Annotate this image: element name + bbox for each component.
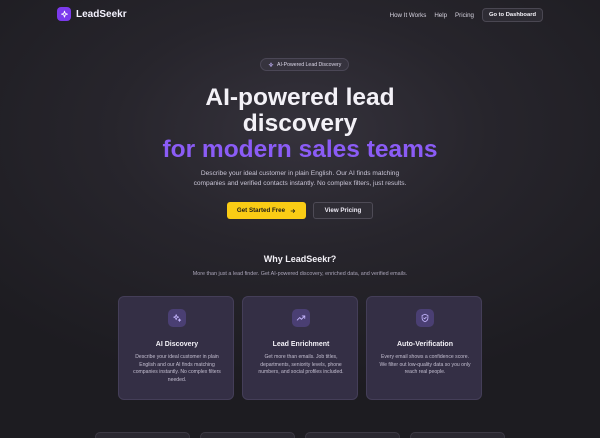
hero-badge: AI-Powered Lead Discovery <box>260 58 350 71</box>
nav-links: How It Works Help Pricing Go to Dashboar… <box>390 8 543 22</box>
hero-subtitle: Describe your ideal customer in plain En… <box>193 170 407 187</box>
hero-title-line-1: AI-powered lead <box>205 84 395 111</box>
hero-title-line-3: for modern sales teams <box>162 136 438 163</box>
get-started-label: Get Started Free <box>236 207 286 214</box>
feature-card-lead-enrichment: Lead Enrichment Get more than emails. Jo… <box>242 296 358 400</box>
bottom-card <box>95 432 190 438</box>
get-started-button[interactable]: Get Started Free <box>227 202 306 219</box>
logo-sparkle-icon <box>57 7 71 21</box>
sparkle-icon <box>268 61 274 67</box>
hero-title-line-2: discovery <box>242 110 358 137</box>
shield-check-icon <box>416 309 434 327</box>
feature-description: Get more than emails. Job titles, depart… <box>258 354 344 376</box>
bottom-card <box>200 432 295 438</box>
sparkle-icon <box>168 309 186 327</box>
feature-title: AI Discovery <box>155 341 199 348</box>
feature-description: Describe your ideal customer in plain En… <box>133 354 221 383</box>
feature-description: Every email shows a confidence score. We… <box>379 354 471 376</box>
why-section-subtitle: More than just a lead finder. Get AI-pow… <box>192 271 408 277</box>
bottom-card <box>410 432 505 438</box>
feature-title: Lead Enrichment <box>272 341 330 348</box>
nav-link-pricing[interactable]: Pricing <box>455 12 474 19</box>
go-to-dashboard-button[interactable]: Go to Dashboard <box>481 8 543 22</box>
top-nav: LeadSeekr How It Works Help Pricing Go t… <box>0 0 600 30</box>
view-pricing-button[interactable]: View Pricing <box>313 202 373 219</box>
feature-card-auto-verification: Auto-Verification Every email shows a co… <box>366 296 482 400</box>
nav-link-help[interactable]: Help <box>434 12 447 19</box>
why-section-title: Why LeadSeekr? <box>263 254 337 264</box>
arrow-right-icon <box>290 208 296 213</box>
logo-text: LeadSeekr <box>76 8 127 20</box>
hero-badge-label: AI-Powered Lead Discovery <box>277 61 342 68</box>
feature-title: Auto-Verification <box>396 341 453 348</box>
feature-card-ai-discovery: AI Discovery Describe your ideal custome… <box>118 296 234 400</box>
trending-up-icon <box>292 309 310 327</box>
bottom-card <box>305 432 400 438</box>
nav-link-how-it-works[interactable]: How It Works <box>390 12 427 19</box>
view-pricing-label: View Pricing <box>324 207 362 214</box>
logo[interactable]: LeadSeekr <box>57 7 127 21</box>
